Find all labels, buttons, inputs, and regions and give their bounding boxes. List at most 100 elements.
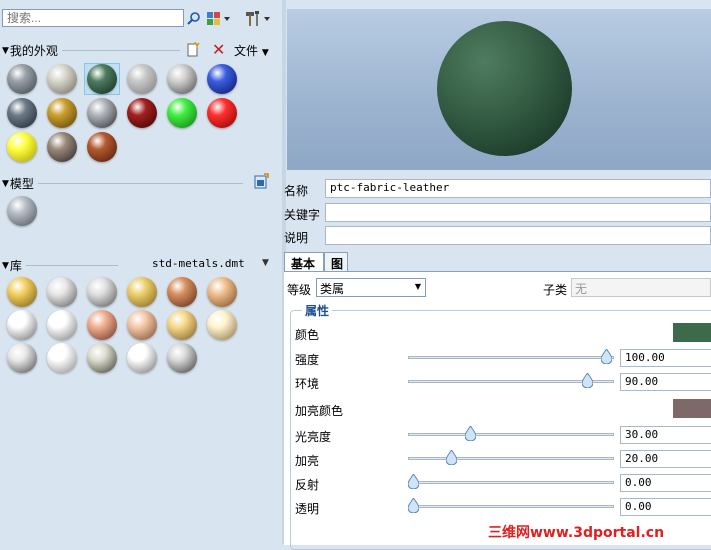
description-label: 说明: [284, 231, 309, 245]
search-input[interactable]: [2, 9, 184, 27]
reflection-slider-track[interactable]: [408, 481, 614, 484]
intensity-label: 强度: [295, 353, 320, 367]
swatch-dark-slate[interactable]: [7, 98, 37, 128]
swatch-gunmetal[interactable]: [87, 343, 117, 373]
swatch-granite[interactable]: [47, 132, 77, 162]
class-select[interactable]: 类属 ▼: [316, 278, 426, 297]
swatch-pewter[interactable]: [7, 343, 37, 373]
intensity-slider-thumb[interactable]: [601, 349, 612, 364]
swatch-rust[interactable]: [87, 132, 117, 162]
intensity-slider-track[interactable]: [408, 356, 614, 359]
highlight-color-label: 加亮颜色: [295, 404, 344, 418]
swatch-bright-green[interactable]: [167, 98, 197, 128]
swatch-platinum[interactable]: [47, 343, 77, 373]
search-icon[interactable]: [186, 11, 202, 27]
transparency-value[interactable]: 0.00: [620, 498, 711, 516]
swatch-dark-red[interactable]: [127, 98, 157, 128]
swatch-red[interactable]: [207, 98, 237, 128]
my-appearances-header[interactable]: ▼ 我的外观: [2, 42, 180, 59]
chevron-down-icon: ▼: [261, 48, 269, 58]
chevron-down-icon: ▼: [414, 282, 421, 291]
subclass-label: 子类: [543, 283, 568, 297]
shininess-slider-track[interactable]: [408, 433, 614, 436]
appearance-preview: [287, 9, 711, 170]
swatch-champagne[interactable]: [207, 310, 237, 340]
swatch-blue[interactable]: [207, 64, 237, 94]
ambient-label: 环境: [295, 377, 320, 391]
color-swatch-button[interactable]: [673, 323, 711, 342]
swatch-antique-gold[interactable]: [167, 310, 197, 340]
swatch-chrome[interactable]: [167, 64, 197, 94]
swatch-bronze-light[interactable]: [207, 277, 237, 307]
library-header[interactable]: ▼ 库: [2, 257, 118, 274]
class-select-value: 类属: [320, 282, 345, 296]
swatch-silver[interactable]: [47, 277, 77, 307]
swatch-gold[interactable]: [7, 277, 37, 307]
delete-icon[interactable]: ✕: [212, 40, 225, 59]
collapse-triangle-icon[interactable]: ▼: [2, 261, 9, 271]
swatch-yellow[interactable]: [7, 132, 37, 162]
my-appearances-title: 我的外观: [9, 44, 58, 58]
library-file-name: std-metals.dmt: [152, 257, 245, 270]
preview-sphere: [437, 21, 572, 156]
section-divider: [61, 50, 180, 51]
subclass-select-value: 无: [575, 282, 588, 296]
highlight-slider-thumb[interactable]: [446, 450, 457, 465]
keyword-label: 关键字: [284, 208, 321, 222]
ambient-value[interactable]: 90.00: [620, 373, 711, 391]
section-divider: [37, 183, 243, 184]
swatch-green[interactable]: [87, 64, 117, 94]
ambient-slider-thumb[interactable]: [582, 373, 593, 388]
collapse-triangle-icon[interactable]: ▼: [2, 46, 9, 56]
highlight-color-swatch-button[interactable]: [673, 399, 711, 418]
swatch-brass[interactable]: [127, 277, 157, 307]
description-field[interactable]: [325, 226, 711, 245]
file-menu[interactable]: 文件 ▼: [234, 42, 269, 59]
highlight-label: 加亮: [295, 454, 320, 468]
transparency-slider-thumb[interactable]: [408, 498, 419, 513]
shininess-value[interactable]: 30.00: [620, 426, 711, 444]
file-menu-label: 文件: [234, 44, 259, 58]
swatch-silver-gray[interactable]: [7, 64, 37, 94]
transparency-slider-track[interactable]: [408, 505, 614, 508]
collapse-triangle-icon[interactable]: ▼: [2, 179, 9, 189]
name-field[interactable]: ptc-fabric-leather: [325, 179, 711, 198]
swatch-light-gray[interactable]: [127, 64, 157, 94]
reflection-slider-thumb[interactable]: [408, 474, 419, 489]
properties-legend: 属性: [302, 302, 333, 319]
color-label: 颜色: [295, 328, 320, 342]
swatch-aluminum[interactable]: [7, 310, 37, 340]
tools-icon[interactable]: [244, 10, 272, 28]
swatch-white-metal[interactable]: [47, 310, 77, 340]
swatch-pale-copper[interactable]: [127, 310, 157, 340]
view-options-icon[interactable]: [206, 11, 232, 27]
subclass-select[interactable]: 无: [571, 278, 711, 297]
name-label: 名称: [284, 184, 309, 198]
basic-tab-panel: 等级 类属 ▼ 子类 无 属性 颜色 强度 100.00 环境 90.00 加亮…: [284, 271, 711, 550]
intensity-value[interactable]: 100.00: [620, 349, 711, 367]
swatch-rose-copper[interactable]: [87, 310, 117, 340]
keyword-field[interactable]: [325, 203, 711, 222]
shininess-slider-thumb[interactable]: [465, 426, 476, 441]
tab-map[interactable]: 图: [324, 252, 348, 271]
swatch-polished[interactable]: [127, 343, 157, 373]
model-sync-icon[interactable]: [254, 173, 270, 190]
swatch-steel[interactable]: [87, 277, 117, 307]
tab-basic[interactable]: 基本: [284, 252, 324, 271]
highlight-slider-track[interactable]: [408, 457, 614, 460]
class-label: 等级: [287, 283, 312, 297]
watermark: 三维网www.3dportal.cn: [488, 525, 665, 541]
shininess-label: 光亮度: [295, 430, 332, 444]
new-appearance-icon[interactable]: [186, 42, 200, 57]
swatch-dark-chrome[interactable]: [167, 343, 197, 373]
model-header[interactable]: ▼ 模型: [2, 175, 243, 192]
swatch-model-silver[interactable]: [7, 196, 37, 226]
swatch-copper[interactable]: [167, 277, 197, 307]
reflection-value[interactable]: 0.00: [620, 474, 711, 492]
library-dropdown-icon[interactable]: ▼: [262, 258, 269, 268]
highlight-value[interactable]: 20.00: [620, 450, 711, 468]
swatch-pearl[interactable]: [47, 64, 77, 94]
swatch-bronze[interactable]: [47, 98, 77, 128]
swatch-dark-metal[interactable]: [87, 98, 117, 128]
left-panel: ▼ 我的外观 ✕ 文件 ▼ ▼ 模型 ▼ 库 std-metals.dmt ▼: [0, 0, 282, 544]
